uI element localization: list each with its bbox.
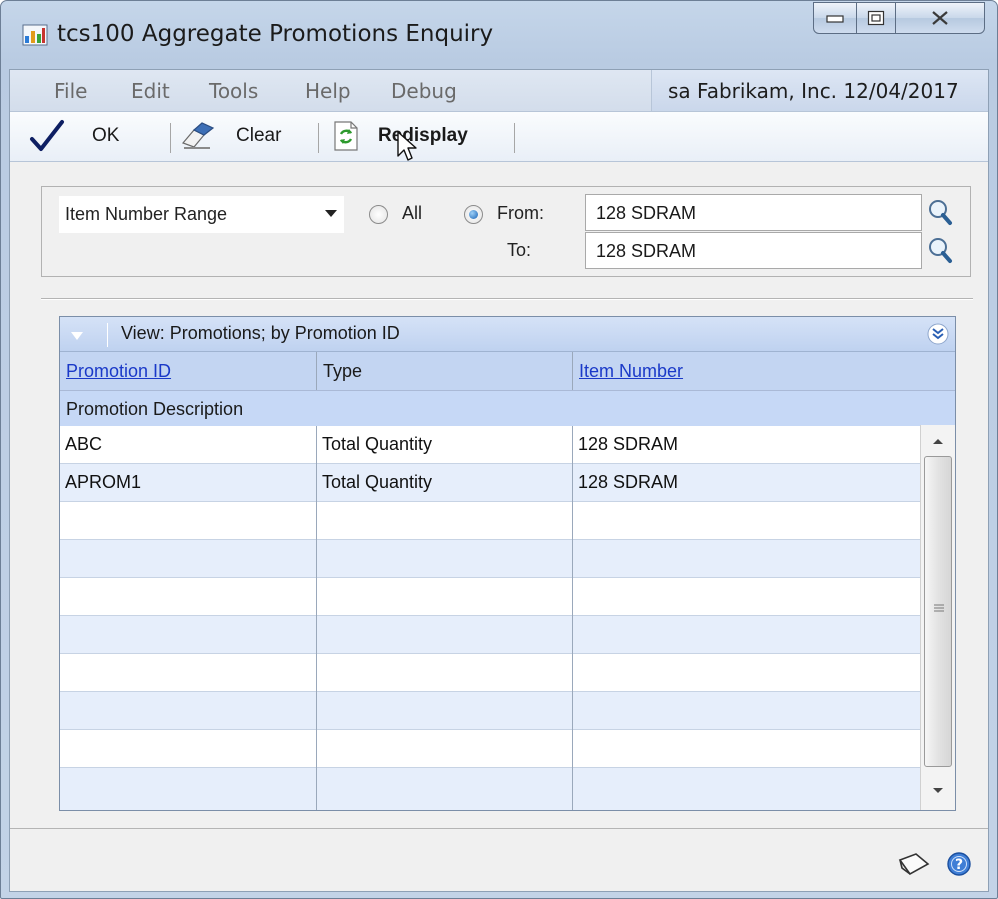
menu-bar: File Edit Tools Help Debug sa Fabrikam, … <box>10 70 988 112</box>
header-divider <box>316 352 317 390</box>
restore-icon <box>867 10 885 26</box>
cell-type: Total Quantity <box>322 434 433 454</box>
title-bar: tcs100 Aggregate Promotions Enquiry <box>1 1 997 69</box>
column-header-item-number[interactable]: Item Number <box>573 352 873 390</box>
view-label: View: Promotions; by Promotion ID <box>121 323 400 343</box>
maximize-button[interactable] <box>856 2 896 34</box>
empty-row[interactable] <box>60 692 920 730</box>
from-label: From: <box>497 203 544 223</box>
svg-text:?: ? <box>955 857 963 873</box>
divider <box>41 298 973 300</box>
to-label: To: <box>507 240 532 260</box>
empty-row[interactable] <box>60 502 920 540</box>
help-icon[interactable]: ? <box>946 851 972 877</box>
status-bar: ? <box>10 828 988 891</box>
view-dropdown-icon[interactable] <box>70 330 84 342</box>
menu-edit[interactable]: Edit <box>131 79 170 103</box>
to-lookup-button[interactable] <box>924 232 957 269</box>
toolbar-separator <box>318 123 319 153</box>
range-type-dropdown[interactable]: Item Number Range <box>59 196 344 233</box>
header-divider <box>572 352 573 390</box>
client-area: File Edit Tools Help Debug sa Fabrikam, … <box>9 69 989 892</box>
menu-debug[interactable]: Debug <box>391 79 457 103</box>
minimize-button[interactable] <box>813 2 857 34</box>
cell-type: Total Quantity <box>322 472 433 492</box>
range-group: Item Number Range All From: To: 128 SDRA… <box>41 186 971 277</box>
menu-file[interactable]: File <box>54 79 87 103</box>
grid-view-bar: View: Promotions; by Promotion ID <box>60 317 955 352</box>
grip-icon <box>934 604 944 612</box>
minimize-icon <box>826 15 844 23</box>
all-label: All <box>402 203 423 223</box>
checkmark-icon <box>30 120 64 151</box>
column-header-promotion-description: Promotion Description <box>66 399 244 419</box>
grid-header-row-2: Promotion Description <box>60 390 955 426</box>
from-lookup-button[interactable] <box>924 194 957 231</box>
view-separator <box>107 323 108 347</box>
magnifier-icon <box>929 200 952 225</box>
clear-button[interactable]: Clear <box>180 112 281 160</box>
magnifier-icon <box>929 238 952 263</box>
close-button[interactable] <box>895 2 985 34</box>
vertical-scrollbar[interactable] <box>920 425 955 810</box>
range-type-value: Item Number Range <box>65 204 228 224</box>
toolbar-separator <box>170 123 171 153</box>
empty-row[interactable] <box>60 654 920 692</box>
grid-header-row: Promotion ID Type Item Number <box>60 352 955 390</box>
mouse-pointer-icon <box>397 131 417 161</box>
ok-button[interactable]: OK <box>28 112 119 160</box>
scroll-down-arrow-icon[interactable] <box>932 787 944 795</box>
from-field[interactable]: 128 SDRAM <box>585 194 922 231</box>
column-divider <box>572 426 573 810</box>
table-row[interactable]: APROM1 Total Quantity 128 SDRAM <box>60 464 920 502</box>
empty-row[interactable] <box>60 578 920 616</box>
table-row[interactable]: ABC Total Quantity 128 SDRAM <box>60 426 920 464</box>
menu-help[interactable]: Help <box>305 79 351 103</box>
cell-item-number: 128 SDRAM <box>578 434 679 454</box>
cell-promotion-id: ABC <box>65 434 103 454</box>
user-info: sa Fabrikam, Inc. 12/04/2017 <box>651 70 988 111</box>
scroll-up-arrow-icon[interactable] <box>932 437 944 445</box>
column-header-promotion-id[interactable]: Promotion ID <box>60 352 316 390</box>
menu-tools[interactable]: Tools <box>209 79 258 103</box>
eraser-icon <box>181 122 215 149</box>
redisplay-label: Redisplay <box>378 125 468 146</box>
column-divider <box>316 426 317 810</box>
expand-chevron-icon[interactable] <box>926 322 950 346</box>
cell-promotion-id: APROM1 <box>65 472 142 492</box>
scrollbar-thumb[interactable] <box>924 456 952 767</box>
ok-label: OK <box>92 125 120 146</box>
dropdown-arrow-icon <box>325 210 337 217</box>
close-icon <box>932 11 948 25</box>
empty-row[interactable] <box>60 730 920 768</box>
from-radio[interactable] <box>464 205 483 224</box>
toolbar-separator <box>514 123 515 153</box>
cell-item-number: 128 SDRAM <box>578 472 679 492</box>
empty-row[interactable] <box>60 768 920 810</box>
note-icon[interactable] <box>896 852 930 878</box>
app-icon <box>22 24 48 46</box>
refresh-icon <box>334 121 358 151</box>
empty-row[interactable] <box>60 540 920 578</box>
promotions-grid: View: Promotions; by Promotion ID Promot… <box>59 316 956 811</box>
window-title: tcs100 Aggregate Promotions Enquiry <box>57 21 494 47</box>
toolbar: OK Clear Redisplay <box>10 112 988 162</box>
column-header-type: Type <box>323 361 363 381</box>
empty-row[interactable] <box>60 616 920 654</box>
to-field[interactable]: 128 SDRAM <box>585 232 922 269</box>
window: tcs100 Aggregate Promotions Enquiry File… <box>0 0 998 899</box>
all-radio[interactable] <box>369 205 388 224</box>
clear-label: Clear <box>236 125 282 146</box>
